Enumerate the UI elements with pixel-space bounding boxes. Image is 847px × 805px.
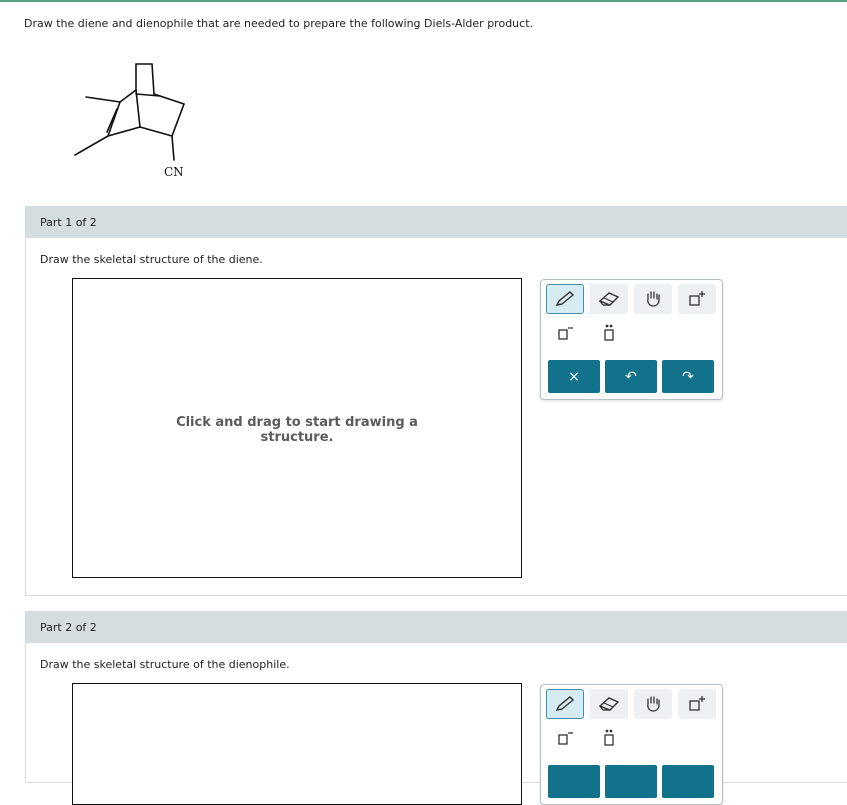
add-template-icon	[689, 291, 705, 306]
add-template-tool-button[interactable]	[678, 284, 716, 314]
pencil-tool-button[interactable]	[546, 689, 584, 719]
pencil-icon	[555, 696, 575, 711]
eraser-tool-button[interactable]	[590, 689, 628, 719]
drawing-toolbox: × ↶ ↷	[540, 279, 723, 400]
part-1-instruction: Draw the skeletal structure of the diene…	[40, 253, 263, 266]
undo-icon: ↶	[625, 368, 637, 385]
redo-button[interactable]: ↷	[662, 360, 714, 393]
charge-tool-button[interactable]	[546, 723, 584, 753]
redo-button[interactable]	[662, 765, 714, 798]
charge-tool-button[interactable]	[546, 318, 584, 348]
hand-icon	[647, 696, 660, 712]
cn-label: CN	[164, 165, 184, 179]
canvas-hint-line-2: structure.	[260, 430, 334, 445]
clear-icon: ×	[568, 368, 580, 385]
part-2-instruction: Draw the skeletal structure of the dieno…	[40, 658, 290, 671]
hand-icon	[647, 291, 660, 307]
lone-pair-tool-button[interactable]	[590, 723, 628, 753]
part-1-card: Part 1 of 2 Draw the skeletal structure …	[25, 206, 847, 596]
question-text: Draw the diene and dienophile that are n…	[24, 17, 534, 30]
lone-pair-icon	[604, 324, 614, 341]
eraser-tool-button[interactable]	[590, 284, 628, 314]
clear-button[interactable]: ×	[548, 360, 600, 393]
canvas-hint: Click and drag to start drawing a struct…	[73, 415, 521, 445]
pencil-tool-button[interactable]	[546, 284, 584, 314]
part-2-header: Part 2 of 2	[26, 612, 847, 643]
charge-icon	[558, 732, 573, 745]
redo-icon: ↷	[682, 368, 694, 385]
part-2-card: Part 2 of 2 Draw the skeletal structure …	[25, 611, 847, 805]
undo-button[interactable]: ↶	[605, 360, 657, 393]
diene-drawing-canvas[interactable]: Click and drag to start drawing a struct…	[72, 278, 522, 578]
eraser-icon	[598, 292, 620, 306]
add-template-tool-button[interactable]	[678, 689, 716, 719]
top-accent-bar	[0, 0, 847, 2]
drawing-toolbox-2	[540, 684, 723, 805]
dienophile-drawing-canvas[interactable]	[72, 683, 522, 805]
diels-alder-product-structure: CN	[60, 52, 210, 192]
lone-pair-tool-button[interactable]	[590, 318, 628, 348]
pencil-icon	[555, 291, 575, 306]
add-template-icon	[689, 696, 705, 711]
charge-icon	[558, 327, 573, 340]
hand-tool-button[interactable]	[634, 689, 672, 719]
eraser-icon	[598, 697, 620, 711]
clear-button[interactable]	[548, 765, 600, 798]
undo-button[interactable]	[605, 765, 657, 798]
part-1-header: Part 1 of 2	[26, 207, 847, 238]
hand-tool-button[interactable]	[634, 284, 672, 314]
canvas-hint-line-1: Click and drag to start drawing a	[176, 415, 418, 430]
lone-pair-icon	[604, 729, 614, 746]
